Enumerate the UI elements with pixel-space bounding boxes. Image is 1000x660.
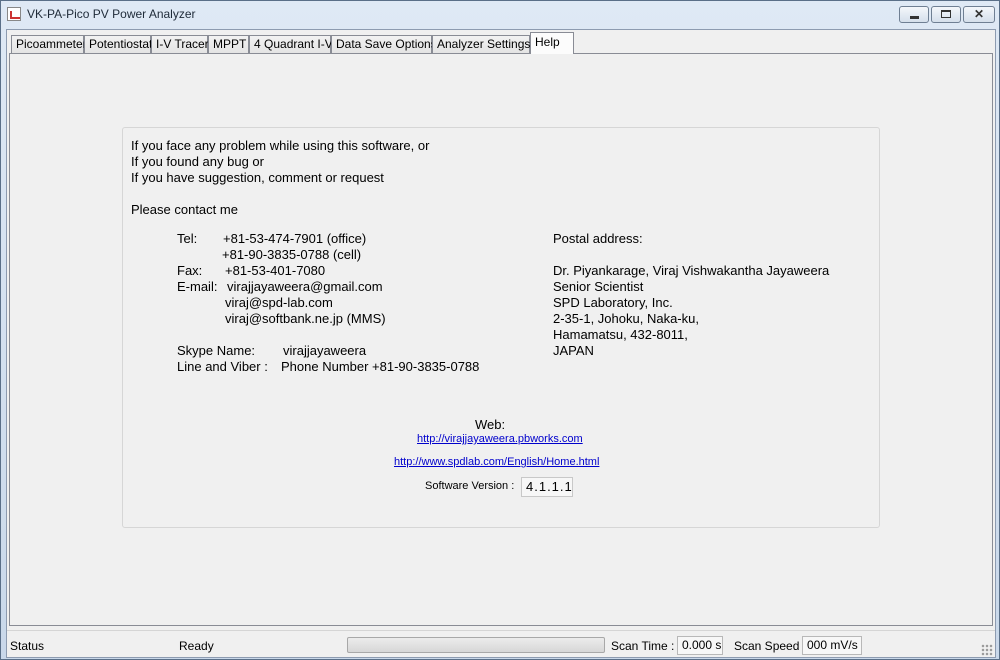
tel-cell: +81-90-3835-0788 (cell) (222, 247, 362, 262)
tab-mppt[interactable]: MPPT (208, 35, 249, 54)
link-spdlab[interactable]: http://www.spdlab.com/English/Home.html (394, 456, 599, 468)
tel-office: +81-53-474-7901 (office) (223, 231, 367, 246)
minimize-button[interactable] (899, 6, 929, 23)
tab-data-save-options[interactable]: Data Save Options (331, 35, 437, 54)
skype-name: virajjayaweera (283, 343, 367, 358)
postal-line-1: Dr. Piyankarage, Viraj Vishwakantha Jaya… (553, 263, 830, 278)
tab-analyzer-settings[interactable]: Analyzer Settings (432, 35, 530, 54)
window-title: VK-PA-Pico PV Power Analyzer (27, 7, 196, 21)
intro-line-2: If you found any bug or (131, 154, 264, 169)
tel-label: Tel: (177, 231, 198, 246)
maximize-button[interactable] (931, 6, 961, 23)
link-pbworks[interactable]: http://virajjayaweera.pbworks.com (417, 433, 583, 445)
postal-line-3: SPD Laboratory, Inc. (553, 295, 673, 310)
scan-time-label: Scan Time : (611, 639, 675, 653)
fax-number: +81-53-401-7080 (225, 263, 326, 278)
close-button[interactable]: ✕ (963, 6, 995, 23)
scan-time-value: 0.000 s (677, 636, 723, 655)
tab-help[interactable]: Help (530, 32, 574, 54)
client-area: Picoammeter Potentiostat I-V Tracer MPPT… (6, 29, 996, 658)
version-value: 4.1.1.1 (521, 477, 573, 497)
intro-line-1: If you face any problem while using this… (131, 138, 430, 153)
fax-label: Fax: (177, 263, 203, 278)
status-bar: Status Ready Scan Time : 0.000 s Scan Sp… (7, 630, 995, 657)
tab-potentiostat[interactable]: Potentiostat (84, 35, 152, 54)
intro-line-3: If you have suggestion, comment or reque… (131, 170, 384, 185)
app-icon[interactable] (7, 7, 21, 21)
email-spd-lab: viraj@spd-lab.com (225, 295, 333, 310)
email-softbank: viraj@softbank.ne.jp (MMS) (225, 311, 386, 326)
title-bar[interactable]: VK-PA-Pico PV Power Analyzer ✕ (1, 1, 999, 29)
postal-line-4: 2-35-1, Johoku, Naka-ku, (553, 311, 699, 326)
status-state: Ready (179, 639, 214, 653)
version-label: Software Version : (425, 480, 515, 492)
scan-speed-label: Scan Speed : (734, 639, 807, 653)
postal-line-5: Hamamatsu, 432-8011, (553, 327, 688, 342)
email-label: E-mail: (177, 279, 218, 294)
tab-4-quadrant-iv[interactable]: 4 Quadrant I-V (249, 35, 333, 54)
postal-line-6: JAPAN (553, 343, 594, 358)
maximize-icon (941, 10, 951, 18)
line-viber-label: Line and Viber : (177, 359, 268, 374)
tab-iv-tracer[interactable]: I-V Tracer (151, 35, 209, 54)
help-panel: If you face any problem while using this… (122, 127, 880, 528)
email-gmail: virajjayaweera@gmail.com (227, 279, 383, 294)
scan-progress-bar (347, 637, 605, 653)
resize-grip-icon[interactable] (981, 644, 993, 656)
web-label: Web: (475, 417, 506, 432)
line-viber-number: Phone Number +81-90-3835-0788 (281, 359, 480, 374)
scan-speed-value: 000 mV/s (802, 636, 862, 655)
close-icon: ✕ (973, 7, 985, 21)
minimize-icon (910, 16, 919, 19)
skype-label: Skype Name: (177, 343, 256, 358)
contact-heading: Please contact me (131, 202, 238, 217)
tab-picoammeter[interactable]: Picoammeter (11, 35, 87, 54)
status-label: Status (10, 639, 45, 653)
app-window: VK-PA-Pico PV Power Analyzer ✕ Picoammet… (0, 0, 1000, 660)
postal-line-2: Senior Scientist (553, 279, 644, 294)
help-tab-page: If you face any problem while using this… (9, 53, 993, 626)
postal-label: Postal address: (553, 231, 643, 246)
